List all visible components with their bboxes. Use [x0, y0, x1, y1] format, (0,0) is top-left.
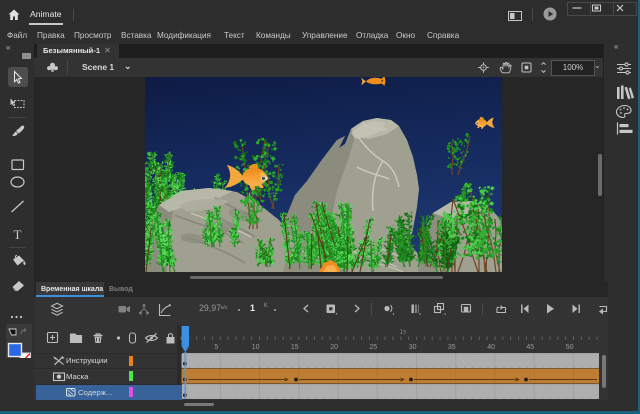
svg-text:20: 20 [330, 344, 338, 351]
svg-text:T: T [14, 227, 22, 242]
svg-text:25: 25 [369, 344, 377, 351]
svg-text:5: 5 [214, 344, 218, 351]
svg-text:50: 50 [566, 344, 574, 351]
svg-text:30: 30 [409, 344, 417, 351]
svg-text:45: 45 [526, 344, 534, 351]
svg-text:1s: 1s [400, 329, 408, 336]
svg-text:40: 40 [487, 344, 495, 351]
svg-text:10: 10 [252, 344, 260, 351]
svg-text:35: 35 [448, 344, 456, 351]
svg-text:15: 15 [291, 344, 299, 351]
